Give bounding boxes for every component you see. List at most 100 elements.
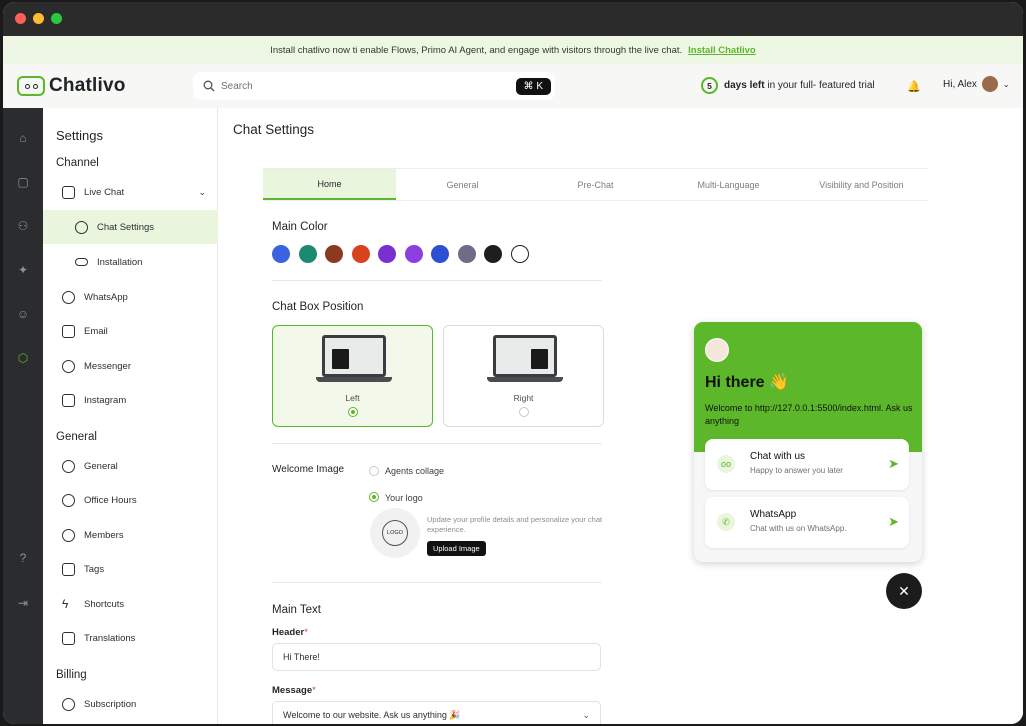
- chevron-down-icon[interactable]: ⌄: [582, 710, 590, 721]
- sidebar-item-members[interactable]: Members: [43, 521, 218, 549]
- sidebar-item-label: Messenger: [84, 360, 131, 372]
- sidebar-item-shortcuts[interactable]: ϟ Shortcuts: [43, 590, 218, 618]
- sidebar-title: Settings: [56, 128, 103, 143]
- agents-collage-radio[interactable]: [369, 466, 379, 476]
- color-swatch[interactable]: [431, 245, 449, 263]
- user-icon: [62, 459, 75, 473]
- position-left-label: Left: [345, 393, 360, 403]
- logout-icon[interactable]: ⇥: [15, 595, 31, 611]
- brand-name: Chatlivo: [49, 75, 126, 96]
- divider: [272, 443, 602, 444]
- sidebar-item-general[interactable]: General: [43, 452, 218, 480]
- upload-image-button[interactable]: Upload Image: [427, 541, 486, 556]
- bot-icon[interactable]: ☺: [15, 306, 31, 322]
- link-icon: [75, 258, 88, 266]
- settings-icon[interactable]: ⬡: [15, 350, 31, 366]
- user-menu[interactable]: Hi, Alex ⌄: [943, 76, 1010, 92]
- header-field[interactable]: Hi There!: [272, 643, 601, 671]
- your-logo-label: Your logo: [385, 493, 423, 503]
- widget-welcome-text: Welcome to http://127.0.0.1:5500/index.h…: [705, 403, 913, 426]
- chat-icon[interactable]: ▢: [15, 174, 31, 190]
- chevron-down-icon: ⌄: [1002, 79, 1010, 89]
- color-swatch[interactable]: [404, 245, 423, 263]
- close-widget-button[interactable]: ✕: [886, 573, 922, 609]
- coin-icon: [62, 697, 75, 711]
- divider: [272, 582, 602, 583]
- message-field[interactable]: Welcome to our website. Ask us anything …: [272, 701, 601, 724]
- sidebar-item-tags[interactable]: Tags: [43, 555, 218, 583]
- sidebar-item-email[interactable]: Email: [43, 317, 218, 345]
- sidebar-item-instagram[interactable]: Instagram: [43, 386, 218, 414]
- send-icon[interactable]: ➤: [888, 514, 899, 530]
- sidebar-item-label: Office Hours: [84, 494, 137, 506]
- search-input[interactable]: Search ⌘ K: [193, 72, 555, 100]
- members-icon: [62, 528, 75, 542]
- sidebar-item-installation[interactable]: Installation: [43, 248, 218, 276]
- tag-icon: [62, 562, 75, 576]
- sidebar-item-translations[interactable]: Translations: [43, 624, 218, 652]
- lightning-icon: ϟ: [62, 596, 69, 611]
- trial-indicator: 5 days left in your full- featured trial: [701, 77, 875, 94]
- tab-home[interactable]: Home: [263, 169, 396, 200]
- home-icon[interactable]: ⌂: [15, 130, 31, 146]
- minimize-window-dot[interactable]: [33, 13, 44, 24]
- send-icon[interactable]: ➤: [888, 456, 899, 472]
- search-icon: [203, 80, 215, 92]
- maximize-window-dot[interactable]: [51, 13, 62, 24]
- agents-collage-label: Agents collage: [385, 466, 445, 476]
- color-swatch[interactable]: [510, 245, 529, 263]
- tab-general[interactable]: General: [396, 169, 529, 200]
- help-icon[interactable]: ?: [15, 550, 31, 566]
- trial-days-label: days left: [724, 80, 765, 91]
- color-swatch[interactable]: [484, 245, 502, 263]
- chat-icon: oo: [717, 455, 735, 473]
- chat-with-us-card[interactable]: oo Chat with us Happy to answer you late…: [705, 439, 909, 490]
- close-icon: ✕: [898, 582, 910, 599]
- position-left-radio[interactable]: [348, 407, 358, 417]
- sidebar-item-label: Tags: [84, 563, 105, 575]
- header-label-text: Header: [272, 627, 305, 638]
- sidebar-item-subscription[interactable]: Subscription: [43, 690, 218, 718]
- chat-widget-preview: Hi there 👋 Welcome to http://127.0.0.1:5…: [694, 322, 922, 562]
- agent-avatar: [705, 338, 729, 362]
- tab-multi-language[interactable]: Multi-Language: [662, 169, 795, 200]
- top-bar: Chatlivo Search ⌘ K 5 days left in your …: [3, 64, 1023, 108]
- notification-bell-icon[interactable]: 🔔: [907, 80, 921, 93]
- laptop-preview-icon: [316, 335, 392, 385]
- sidebar-item-label: Email: [84, 325, 108, 337]
- contacts-icon[interactable]: ⚇: [15, 218, 31, 234]
- color-swatch[interactable]: [298, 245, 317, 263]
- tab-visibility-position[interactable]: Visibility and Position: [795, 169, 928, 200]
- sidebar-item-label: Translations: [84, 632, 136, 644]
- position-option-left[interactable]: Left: [272, 325, 433, 427]
- tab-pre-chat[interactable]: Pre-Chat: [529, 169, 662, 200]
- sidebar-section-general: General: [56, 431, 97, 443]
- position-option-right[interactable]: Right: [443, 325, 604, 427]
- card-subtitle: Happy to answer you later: [750, 466, 843, 475]
- sidebar-item-live-chat[interactable]: Live Chat ⌄: [43, 178, 218, 206]
- color-swatch[interactable]: [457, 245, 476, 263]
- sidebar-item-office-hours[interactable]: Office Hours: [43, 486, 218, 514]
- color-swatch[interactable]: [351, 245, 370, 263]
- sidebar-item-label: Chat Settings: [97, 221, 155, 233]
- install-link[interactable]: Install Chatlivo: [688, 45, 756, 56]
- sidebar-item-whatsapp[interactable]: WhatsApp: [43, 283, 218, 311]
- color-swatch[interactable]: [378, 245, 396, 263]
- color-swatch[interactable]: [272, 245, 290, 263]
- position-right-radio[interactable]: [519, 407, 529, 417]
- color-swatches: [272, 245, 529, 263]
- settings-sidebar: Settings Channel Live Chat ⌄ Chat Setting…: [43, 108, 218, 724]
- whatsapp-card[interactable]: ✆ WhatsApp Chat with us on WhatsApp. ➤: [705, 497, 909, 548]
- header-value: Hi There!: [283, 652, 320, 662]
- close-window-dot[interactable]: [15, 13, 26, 24]
- magic-icon[interactable]: ✦: [15, 262, 31, 278]
- sidebar-item-chat-settings[interactable]: Chat Settings: [43, 210, 218, 244]
- brand-logo[interactable]: Chatlivo: [17, 75, 193, 97]
- sidebar-item-messenger[interactable]: Messenger: [43, 352, 218, 380]
- color-swatch[interactable]: [325, 245, 343, 263]
- your-logo-radio[interactable]: [369, 492, 379, 502]
- icon-rail: ⌂ ▢ ⚇ ✦ ☺ ⬡ ? ⇥: [3, 108, 43, 724]
- settings-tabs: Home General Pre-Chat Multi-Language Vis…: [263, 168, 928, 201]
- header-field-label: Header*: [272, 627, 308, 638]
- user-greeting: Hi, Alex: [943, 78, 977, 90]
